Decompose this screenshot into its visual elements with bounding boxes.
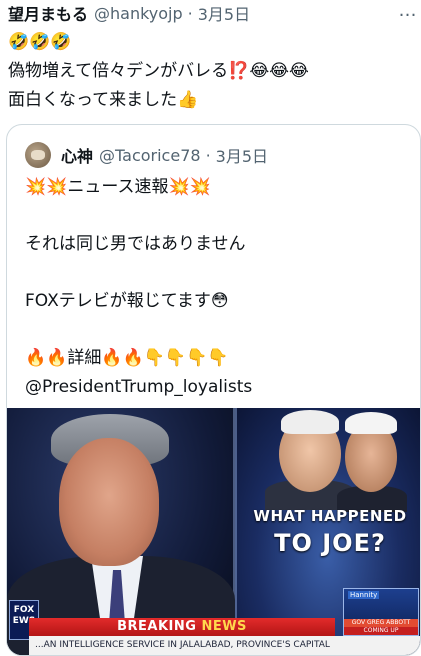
quoted-tweet-media-image[interactable]: WHAT HAPPENED TO JOE? FOX EWS BREAKING N… <box>7 408 420 655</box>
anchor-face <box>59 438 159 566</box>
show-label: Hannity <box>348 591 380 599</box>
breaking-news-banner: BREAKING NEWS <box>29 618 335 636</box>
show-promo-coming-up: COMING UP <box>344 627 418 635</box>
graphic-person-1-hair <box>281 410 339 434</box>
more-options-icon[interactable]: … <box>397 0 419 21</box>
news-ticker: ...AN INTELLIGENCE SERVICE IN JALALABAD,… <box>29 636 420 655</box>
show-promo-box: Hannity GOV GREG ABBOTT COMING UP <box>343 588 419 636</box>
quoted-author-name: 心神 <box>61 147 94 166</box>
graphic-person-2-hair <box>345 412 397 434</box>
quoted-tweet-date: 3月5日 <box>215 147 269 166</box>
quoted-author-avatar[interactable] <box>25 142 51 168</box>
tweet-author-handle[interactable]: @hankyojp <box>94 4 183 23</box>
tweet-header: 望月まもる @hankyojp · 3月5日 <box>8 1 415 25</box>
tweet-author-name[interactable]: 望月まもる <box>8 1 88 25</box>
show-promo-guest: GOV GREG ABBOTT <box>344 619 418 627</box>
quoted-tweet-text: 💥💥ニュース速報💥💥 それは同じ男ではありません FOXテレビが報じてます😳 🔥… <box>25 177 253 397</box>
header-separator: · <box>187 3 193 23</box>
breaking-prefix: BREAKING <box>117 619 202 634</box>
quoted-tweet-header: 心神 @Tacorice78 · 3月5日 <box>25 141 410 169</box>
quoted-tweet[interactable]: 心神 @Tacorice78 · 3月5日 💥💥ニュース速報💥💥 それは同じ男で… <box>6 124 421 656</box>
graphic-headline-line2: TO JOE? <box>274 529 386 557</box>
breaking-word: NEWS <box>201 619 247 634</box>
tweet-text: 🤣🤣🤣 偽物増えて倍々デンがバレる⁉️😂😂😂 面白くなって来ました👍 <box>8 32 309 110</box>
tweet-date[interactable]: 3月5日 <box>198 1 250 25</box>
quoted-author-handle: @Tacorice78 <box>99 145 201 165</box>
graphic-headline-line1: WHAT HAPPENED <box>253 507 407 525</box>
quoted-header-separator: · <box>205 145 211 165</box>
